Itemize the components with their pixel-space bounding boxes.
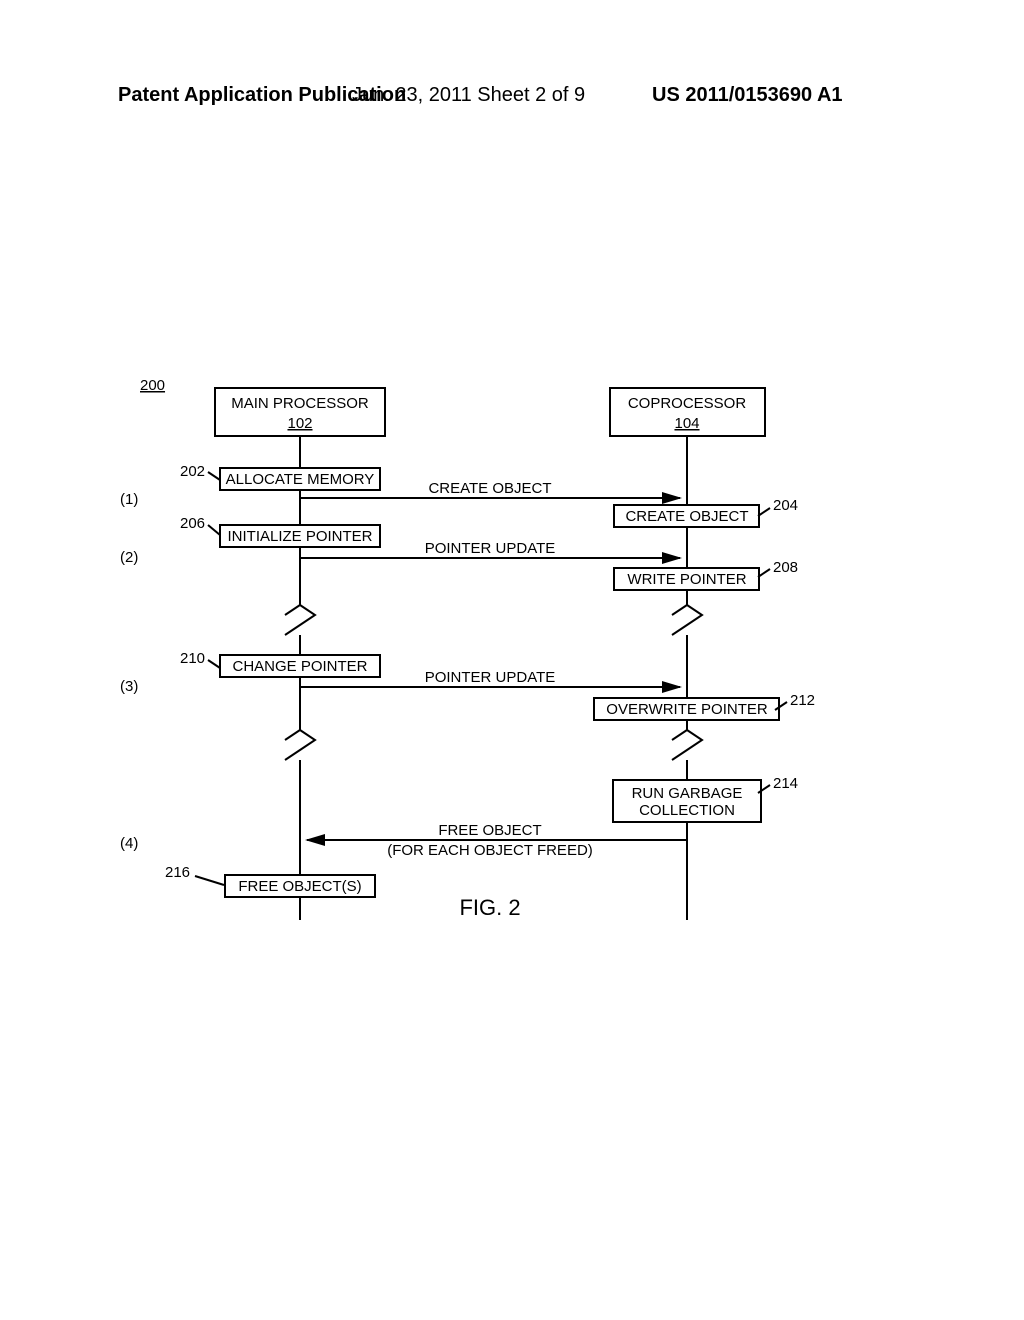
step-3: (3) (120, 678, 138, 695)
ref-216-tick (195, 876, 224, 885)
overwrite-pointer-text: OVERWRITE POINTER (606, 701, 768, 718)
ref-216: 216 (165, 864, 190, 881)
ref-210: 210 (180, 650, 205, 667)
step-4: (4) (120, 835, 138, 852)
patent-page: Patent Application Publication Jun. 23, … (0, 0, 1024, 1320)
ref-204: 204 (773, 497, 798, 514)
ref-206-tick (208, 525, 220, 535)
header-pub-number: US 2011/0153690 A1 (652, 84, 843, 107)
header-date-sheet: Jun. 23, 2011 Sheet 2 of 9 (352, 84, 585, 107)
ref-210-tick (208, 660, 220, 668)
coprocessor-title: COPROCESSOR (628, 395, 747, 412)
break-left-2 (285, 730, 315, 760)
figure-caption: FIG. 2 (459, 895, 520, 920)
figure-2-diagram: 200 MAIN PROCESSOR 102 COPROCESSOR 104 A… (120, 380, 910, 940)
break-right-2 (672, 730, 702, 760)
pointer-update-msg-2: POINTER UPDATE (425, 669, 556, 686)
create-object-box-text: CREATE OBJECT (625, 508, 748, 525)
free-object-msg: FREE OBJECT (438, 822, 541, 839)
break-right-1 (672, 605, 702, 635)
main-processor-num: 102 (287, 415, 312, 432)
change-pointer-text: CHANGE POINTER (232, 658, 367, 675)
step-1: (1) (120, 491, 138, 508)
main-processor-title: MAIN PROCESSOR (231, 395, 369, 412)
initialize-pointer-text: INITIALIZE POINTER (227, 528, 372, 545)
create-object-msg: CREATE OBJECT (428, 480, 551, 497)
run-gc-text-2: COLLECTION (639, 802, 735, 819)
ref-208: 208 (773, 559, 798, 576)
free-object-sub: (FOR EACH OBJECT FREED) (387, 842, 593, 859)
run-gc-text-1: RUN GARBAGE (632, 785, 743, 802)
coprocessor-num: 104 (674, 415, 699, 432)
sequence-diagram-svg: 200 MAIN PROCESSOR 102 COPROCESSOR 104 A… (120, 380, 910, 940)
ref-206: 206 (180, 515, 205, 532)
write-pointer-text: WRITE POINTER (627, 571, 746, 588)
ref-212: 212 (790, 692, 815, 709)
free-objects-text: FREE OBJECT(S) (238, 878, 361, 895)
ref-202: 202 (180, 463, 205, 480)
allocate-memory-text: ALLOCATE MEMORY (226, 471, 375, 488)
break-left-1 (285, 605, 315, 635)
ref-202-tick (208, 472, 220, 480)
step-2: (2) (120, 549, 138, 566)
ref-214: 214 (773, 775, 798, 792)
diagram-number: 200 (140, 377, 165, 394)
pointer-update-msg-1: POINTER UPDATE (425, 540, 556, 557)
